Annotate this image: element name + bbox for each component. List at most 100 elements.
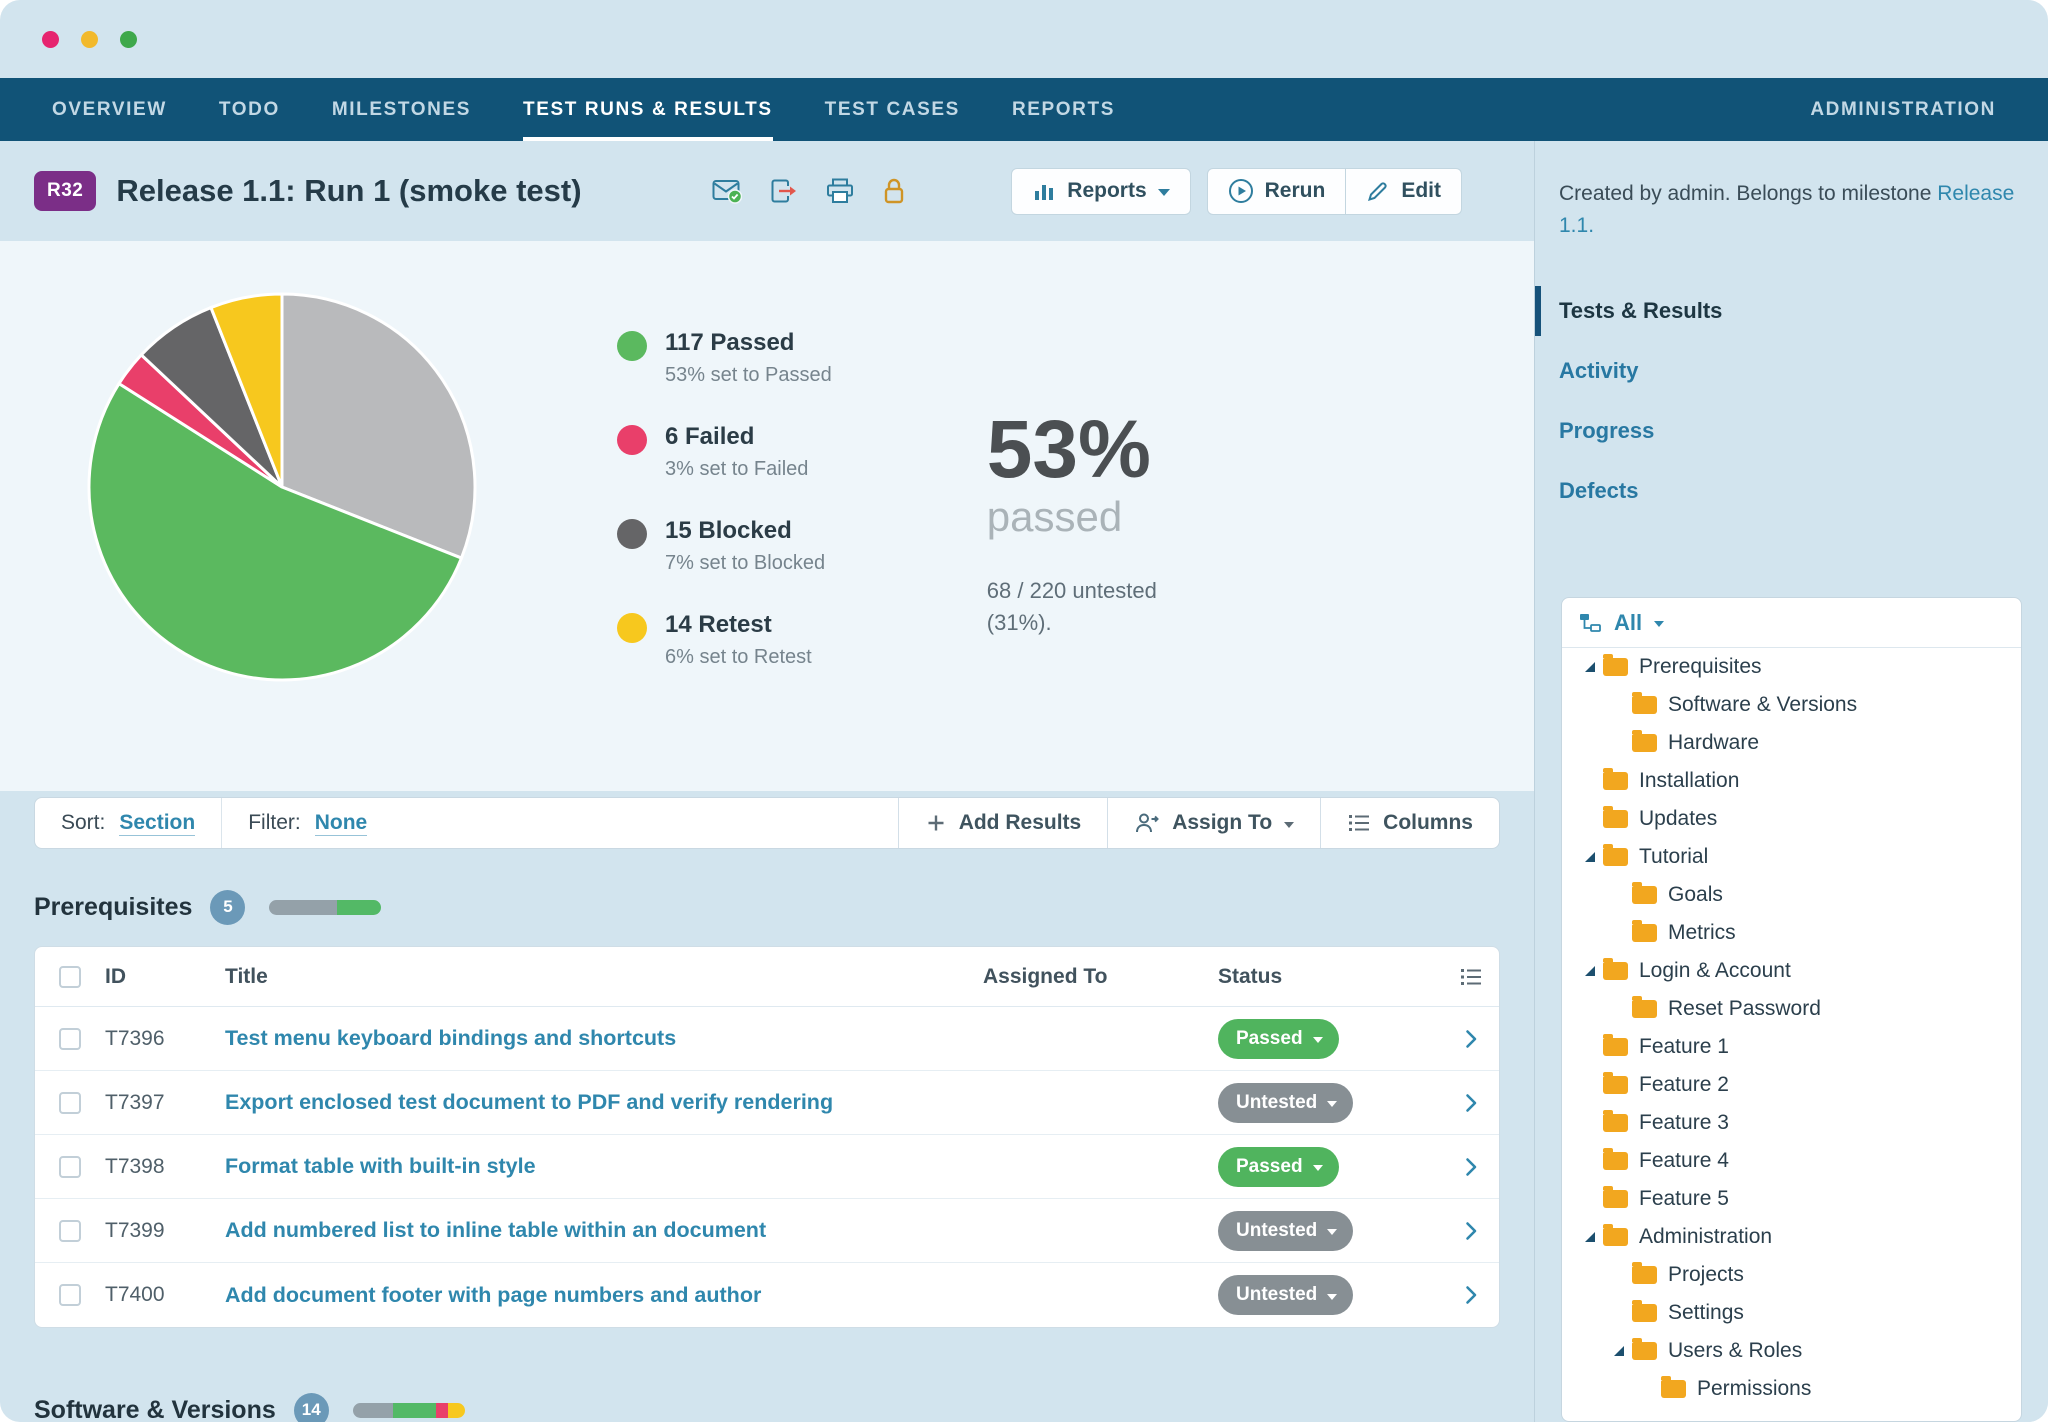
test-title-link[interactable]: Test menu keyboard bindings and shortcut… xyxy=(225,1026,676,1050)
expand-arrow-icon[interactable] xyxy=(1585,1232,1595,1242)
columns-button[interactable]: Columns xyxy=(1320,798,1499,848)
tree-item-prerequisites[interactable]: Prerequisites xyxy=(1562,648,2021,686)
select-all-checkbox[interactable] xyxy=(59,966,81,988)
email-icon[interactable] xyxy=(712,178,742,204)
chevron-down-icon xyxy=(1313,1165,1323,1171)
status-dropdown[interactable]: Untested xyxy=(1218,1211,1353,1251)
window-close-button[interactable] xyxy=(42,31,59,48)
header-buttons: Reports Rerun xyxy=(1011,168,1462,215)
nav-tab-overview[interactable]: OVERVIEW xyxy=(52,78,167,141)
tree-item-administration[interactable]: Administration xyxy=(1562,1218,2021,1256)
tree-item-users-roles[interactable]: Users & Roles xyxy=(1562,1332,2021,1370)
tree-item-feature-1[interactable]: Feature 1 xyxy=(1562,1028,2021,1066)
tree-item-goals[interactable]: Goals xyxy=(1562,876,2021,914)
window-zoom-button[interactable] xyxy=(120,31,137,48)
expand-arrow-slot xyxy=(1576,1232,1603,1242)
chevron-down-icon xyxy=(1284,822,1294,828)
tree-filter-dropdown[interactable]: All xyxy=(1562,598,2021,648)
pie-chart xyxy=(82,287,482,687)
column-header-title[interactable]: Title xyxy=(225,965,983,989)
print-icon[interactable] xyxy=(826,178,854,204)
status-dropdown[interactable]: Untested xyxy=(1218,1275,1353,1315)
table-row-T7396[interactable]: T7396 Test menu keyboard bindings and sh… xyxy=(35,1007,1499,1071)
column-header-id[interactable]: ID xyxy=(105,965,225,989)
nav-tab-milestones[interactable]: MILESTONES xyxy=(332,78,471,141)
status-label: Untested xyxy=(1236,1284,1317,1306)
tree-item-software-versions[interactable]: Software & Versions xyxy=(1562,686,2021,724)
tree-item-updates[interactable]: Updates xyxy=(1562,800,2021,838)
assign-to-button[interactable]: Assign To xyxy=(1107,798,1320,848)
folder-icon xyxy=(1603,962,1628,980)
sidebar-item-defects[interactable]: Defects xyxy=(1535,461,2048,521)
edit-button[interactable]: Edit xyxy=(1346,168,1462,215)
tree-item-permissions[interactable]: Permissions xyxy=(1562,1370,2021,1408)
test-id: T7399 xyxy=(105,1219,225,1243)
row-chevron-icon[interactable] xyxy=(1465,1093,1477,1113)
row-checkbox[interactable] xyxy=(59,1220,81,1242)
status-dropdown[interactable]: Untested xyxy=(1218,1083,1353,1123)
bar-chart-icon xyxy=(1032,180,1056,202)
row-chevron-icon[interactable] xyxy=(1465,1157,1477,1177)
table-row-T7398[interactable]: T7398 Format table with built-in style P… xyxy=(35,1135,1499,1199)
tree-item-feature-2[interactable]: Feature 2 xyxy=(1562,1066,2021,1104)
test-title-link[interactable]: Export enclosed test document to PDF and… xyxy=(225,1090,833,1114)
tree-item-reset-password[interactable]: Reset Password xyxy=(1562,990,2021,1028)
column-header-status[interactable]: Status xyxy=(1218,965,1443,989)
tree-item-metrics[interactable]: Metrics xyxy=(1562,914,2021,952)
test-title-link[interactable]: Add numbered list to inline table within… xyxy=(225,1218,766,1242)
nav-tab-test-cases[interactable]: TEST CASES xyxy=(825,78,960,141)
test-title-link[interactable]: Format table with built-in style xyxy=(225,1154,536,1178)
row-checkbox[interactable] xyxy=(59,1028,81,1050)
column-header-assigned-to[interactable]: Assigned To xyxy=(983,965,1218,989)
test-title-link[interactable]: Add document footer with page numbers an… xyxy=(225,1283,761,1307)
tree-item-feature-3[interactable]: Feature 3 xyxy=(1562,1104,2021,1142)
nav-tab-todo[interactable]: TODO xyxy=(219,78,280,141)
rerun-button[interactable]: Rerun xyxy=(1207,168,1347,215)
lock-icon[interactable] xyxy=(882,177,906,205)
row-checkbox[interactable] xyxy=(59,1156,81,1178)
sidebar-item-progress[interactable]: Progress xyxy=(1535,401,2048,461)
add-results-button[interactable]: Add Results xyxy=(898,798,1108,848)
tree-item-feature-4[interactable]: Feature 4 xyxy=(1562,1142,2021,1180)
table-columns-icon[interactable] xyxy=(1459,967,1483,987)
tree-item-hardware[interactable]: Hardware xyxy=(1562,724,2021,762)
nav-tab-reports[interactable]: REPORTS xyxy=(1012,78,1115,141)
sidebar-item-activity[interactable]: Activity xyxy=(1535,341,2048,401)
percent-passed-label: passed xyxy=(987,493,1202,541)
tree-item-projects[interactable]: Projects xyxy=(1562,1256,2021,1294)
tree-item-settings[interactable]: Settings xyxy=(1562,1294,2021,1332)
nav-tab-administration[interactable]: ADMINISTRATION xyxy=(1810,78,1996,141)
assign-to-label: Assign To xyxy=(1172,811,1272,835)
tree-item-login-account[interactable]: Login & Account xyxy=(1562,952,2021,990)
test-id: T7398 xyxy=(105,1155,225,1179)
expand-arrow-icon[interactable] xyxy=(1585,852,1595,862)
table-row-T7397[interactable]: T7397 Export enclosed test document to P… xyxy=(35,1071,1499,1135)
page-header: R32 Release 1.1: Run 1 (smoke test) xyxy=(0,141,1534,241)
table-row-T7400[interactable]: T7400 Add document footer with page numb… xyxy=(35,1263,1499,1327)
tree-item-tutorial[interactable]: Tutorial xyxy=(1562,838,2021,876)
row-checkbox[interactable] xyxy=(59,1092,81,1114)
results-toolbar: Sort: Section Filter: None Add Results xyxy=(34,797,1500,849)
window-minimize-button[interactable] xyxy=(81,31,98,48)
tree-item-installation[interactable]: Installation xyxy=(1562,762,2021,800)
export-icon[interactable] xyxy=(770,178,798,204)
nav-tab-test-runs-results[interactable]: TEST RUNS & RESULTS xyxy=(523,78,773,141)
status-dropdown[interactable]: Passed xyxy=(1218,1147,1339,1187)
row-chevron-icon[interactable] xyxy=(1465,1029,1477,1049)
sidebar-item-tests-results[interactable]: Tests & Results xyxy=(1535,281,2048,341)
test-id: T7397 xyxy=(105,1091,225,1115)
status-dropdown[interactable]: Passed xyxy=(1218,1019,1339,1059)
expand-arrow-icon[interactable] xyxy=(1585,662,1595,672)
reports-button[interactable]: Reports xyxy=(1011,168,1190,215)
tree-item-label: Feature 5 xyxy=(1639,1187,1729,1211)
row-checkbox[interactable] xyxy=(59,1284,81,1306)
sort-value-link[interactable]: Section xyxy=(119,811,195,836)
row-chevron-icon[interactable] xyxy=(1465,1221,1477,1241)
filter-value-link[interactable]: None xyxy=(315,811,368,836)
row-chevron-icon[interactable] xyxy=(1465,1285,1477,1305)
table-row-T7399[interactable]: T7399 Add numbered list to inline table … xyxy=(35,1199,1499,1263)
tree-item-feature-5[interactable]: Feature 5 xyxy=(1562,1180,2021,1218)
expand-arrow-icon[interactable] xyxy=(1585,966,1595,976)
expand-arrow-icon[interactable] xyxy=(1614,1346,1624,1356)
tree-item-label: Settings xyxy=(1668,1301,1744,1325)
